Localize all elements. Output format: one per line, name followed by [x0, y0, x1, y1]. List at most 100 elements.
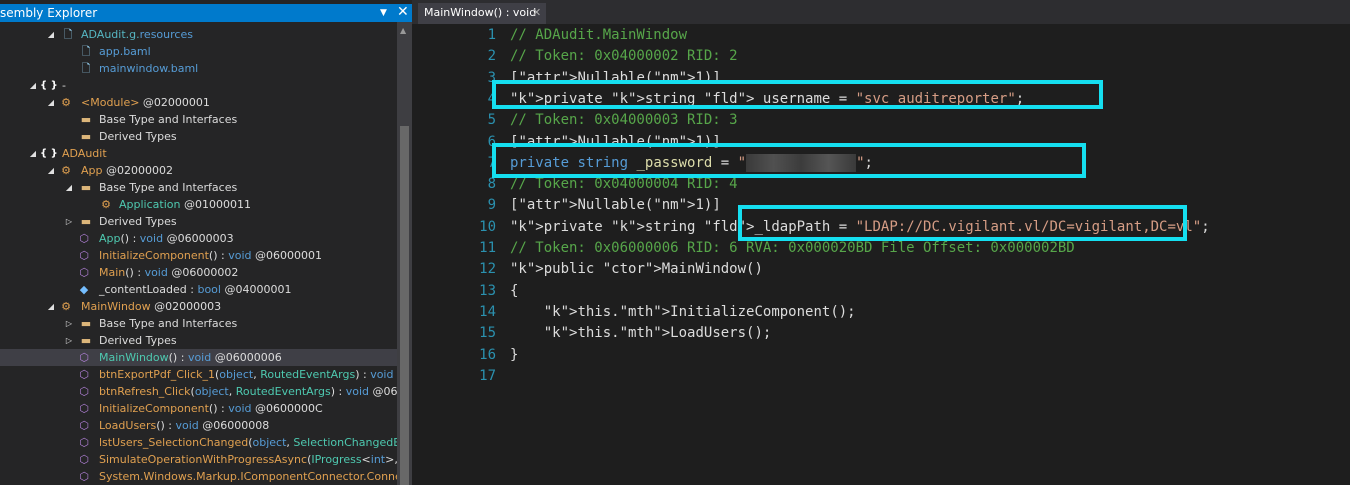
- tree-item-application[interactable]: ⚙ Application @01000011: [0, 196, 397, 213]
- tree-item-method-app[interactable]: ⬡ App() : void @06000003: [0, 230, 397, 247]
- tree-item-method-loadusers[interactable]: ⬡ LoadUsers() : void @06000008: [0, 417, 397, 434]
- line-number: 2: [487, 48, 496, 65]
- tree-item-label: Base Type and Interfaces: [99, 113, 238, 126]
- collapse-arrow-icon[interactable]: ◢: [28, 145, 38, 162]
- code-line[interactable]: // Token: 0x04000002 RID: 2: [510, 46, 738, 67]
- tree-item-method-initializecomponent[interactable]: ⬡ InitializeComponent() : void @06000001: [0, 247, 397, 264]
- line-number: 9: [487, 197, 496, 214]
- tree-item-base-types[interactable]: ◢ ▬ Base Type and Interfaces: [0, 179, 397, 196]
- tree-item-label: Derived Types: [99, 215, 177, 228]
- folder-icon: ▬: [80, 113, 92, 126]
- dropdown-icon[interactable]: ▼: [380, 4, 387, 22]
- tree-item-method-connect[interactable]: ⬡ System.Windows.Markup.IComponentConnect…: [0, 468, 397, 485]
- scroll-up-icon[interactable]: ▲: [400, 26, 406, 35]
- tree-item-base-types[interactable]: ▬ Base Type and Interfaces: [0, 111, 397, 128]
- code-line[interactable]: ["attr">Nullable("nm">1)]: [510, 195, 721, 216]
- tab-close-icon[interactable]: ✕: [532, 3, 541, 23]
- collapse-arrow-icon[interactable]: ◢: [46, 298, 56, 315]
- tree-item-mainwindow-baml[interactable]: 🗋 mainwindow.baml: [0, 60, 397, 77]
- tree-item-label: app.baml: [99, 45, 151, 58]
- line-number: 13: [479, 282, 496, 299]
- code-line[interactable]: // Token: 0x06000006 RID: 6 RVA: 0x00002…: [510, 238, 1075, 259]
- tree-item-label: Derived Types: [99, 130, 177, 143]
- tree-item-app-baml[interactable]: 🗋 app.baml: [0, 43, 397, 60]
- code-line[interactable]: "k">public "ctor">MainWindow(): [510, 259, 763, 280]
- editor-tab-bar: [412, 0, 1350, 24]
- method-icon: ⬡: [79, 232, 89, 245]
- tree-item-method-lstusers[interactable]: ⬡ lstUsers_SelectionChanged(object, Selec…: [0, 434, 397, 451]
- code-line[interactable]: "k">this."mth">InitializeComponent();: [510, 302, 856, 323]
- tree-item-namespace-adaudit[interactable]: ◢{ } ADAudit: [0, 145, 397, 162]
- code-line[interactable]: // ADAudit.MainWindow: [510, 25, 687, 46]
- tree-item-label: Derived Types: [99, 334, 177, 347]
- scrollbar-thumb[interactable]: [400, 126, 409, 485]
- tree-item-method-btnrefresh[interactable]: ⬡ btnRefresh_Click(object, RoutedEventArg…: [0, 383, 397, 400]
- code-line[interactable]: "k">this."mth">LoadUsers();: [510, 323, 772, 344]
- class-icon: ⚙: [61, 300, 71, 313]
- tree-item-label: Application @01000011: [119, 198, 251, 211]
- collapse-arrow-icon[interactable]: ◢: [64, 179, 74, 196]
- tree-item-resources[interactable]: ◢ 🗋 ADAudit.g.resources: [0, 26, 397, 43]
- tree-item-method-mainwindow[interactable]: ⬡ MainWindow() : void @06000006: [0, 349, 397, 366]
- tree-item-base-types[interactable]: ▷ ▬ Base Type and Interfaces: [0, 315, 397, 332]
- tab-mainwindow[interactable]: MainWindow() : void ✕: [418, 3, 546, 24]
- method-icon: ⬡: [79, 436, 89, 449]
- collapse-arrow-icon[interactable]: ◢: [46, 26, 56, 43]
- collapse-arrow-icon[interactable]: ◢: [28, 77, 38, 94]
- file-icon: 🗋: [81, 45, 91, 58]
- line-number: 6: [487, 133, 496, 150]
- tree-item-derived-types[interactable]: ▷ ▬ Derived Types: [0, 332, 397, 349]
- tree-item-label: ADAudit: [62, 147, 107, 160]
- method-icon: ⬡: [79, 470, 89, 483]
- expand-arrow-icon[interactable]: ▷: [64, 332, 74, 349]
- collapse-arrow-icon[interactable]: ◢: [46, 162, 56, 179]
- expand-arrow-icon[interactable]: ▷: [64, 213, 74, 230]
- line-number: 14: [479, 303, 496, 320]
- tree-item-derived-types[interactable]: ▷ ▬ Derived Types: [0, 213, 397, 230]
- tree-item-method-initializecomponent[interactable]: ⬡ InitializeComponent() : void @0600000C: [0, 400, 397, 417]
- line-number: 1: [487, 27, 496, 43]
- tree-item-label: btnExportPdf_Click_1(object, RoutedEvent…: [99, 368, 397, 381]
- tree-item-class-app[interactable]: ◢ ⚙ App @02000002: [0, 162, 397, 179]
- tree-item-label: Main() : void @06000002: [99, 266, 239, 279]
- line-number: 4: [487, 90, 496, 107]
- vertical-scrollbar[interactable]: ▲: [397, 22, 412, 485]
- folder-icon: ▬: [80, 334, 92, 347]
- close-icon[interactable]: ✕: [397, 4, 409, 21]
- method-icon: ⬡: [79, 453, 89, 466]
- namespace-icon: { }: [40, 148, 58, 159]
- tree-item-derived-types[interactable]: ▬ Derived Types: [0, 128, 397, 145]
- tree-item-label: LoadUsers() : void @06000008: [99, 419, 270, 432]
- assembly-explorer-panel: sembly Explorer ▼ ✕ ◢ 🗋 ADAudit.g.resource…: [0, 0, 412, 485]
- highlight-box-password: [492, 143, 1086, 178]
- assembly-tree: ◢ 🗋 ADAudit.g.resources 🗋 app.baml 🗋 mainwindo…: [0, 22, 397, 485]
- tree-item-label: <Module> @02000001: [81, 96, 210, 109]
- folder-icon: ▬: [80, 130, 92, 143]
- line-number: 11: [479, 240, 496, 256]
- tree-item-module[interactable]: ◢ ⚙ <Module> @02000001: [0, 94, 397, 111]
- highlight-box-ldappath: [738, 205, 1187, 241]
- tree-item-class-mainwindow[interactable]: ◢ ⚙ MainWindow @02000003: [0, 298, 397, 315]
- code-line[interactable]: }: [510, 345, 518, 366]
- tree-item-method-main[interactable]: ⬡ Main() : void @06000002: [0, 264, 397, 281]
- method-icon: ⬡: [79, 368, 89, 381]
- folder-icon: ▬: [80, 181, 92, 194]
- tree-item-label: btnRefresh_Click(object, RoutedEventArgs…: [99, 385, 397, 398]
- tree-item-method-btnexportpdf[interactable]: ⬡ btnExportPdf_Click_1(object, RoutedEven…: [0, 366, 397, 383]
- tree-item-namespace-empty[interactable]: ◢{ } -: [0, 77, 397, 94]
- line-number: 17: [479, 367, 496, 384]
- tree-item-label: _contentLoaded : bool @04000001: [99, 283, 292, 296]
- code-line[interactable]: // Token: 0x04000003 RID: 3: [510, 110, 738, 131]
- tree-item-method-simulateoperation[interactable]: ⬡ SimulateOperationWithProgressAsync(IPro…: [0, 451, 397, 468]
- namespace-icon: { }: [40, 80, 58, 91]
- panel-title-bar: sembly Explorer ▼ ✕: [0, 4, 412, 22]
- line-number: 8: [487, 176, 496, 193]
- code-editor[interactable]: 1 // ADAudit.MainWindow 2 // Token: 0x04000…: [412, 24, 1350, 485]
- tree-item-field-contentloaded[interactable]: ◆ _contentLoaded : bool @04000001: [0, 281, 397, 298]
- tree-item-label: lstUsers_SelectionChanged(object, Select…: [99, 436, 397, 449]
- folder-icon: ▬: [80, 215, 92, 228]
- expand-arrow-icon[interactable]: ▷: [64, 315, 74, 332]
- collapse-arrow-icon[interactable]: ◢: [46, 94, 56, 111]
- line-number: 16: [479, 346, 496, 363]
- code-line[interactable]: {: [510, 281, 518, 302]
